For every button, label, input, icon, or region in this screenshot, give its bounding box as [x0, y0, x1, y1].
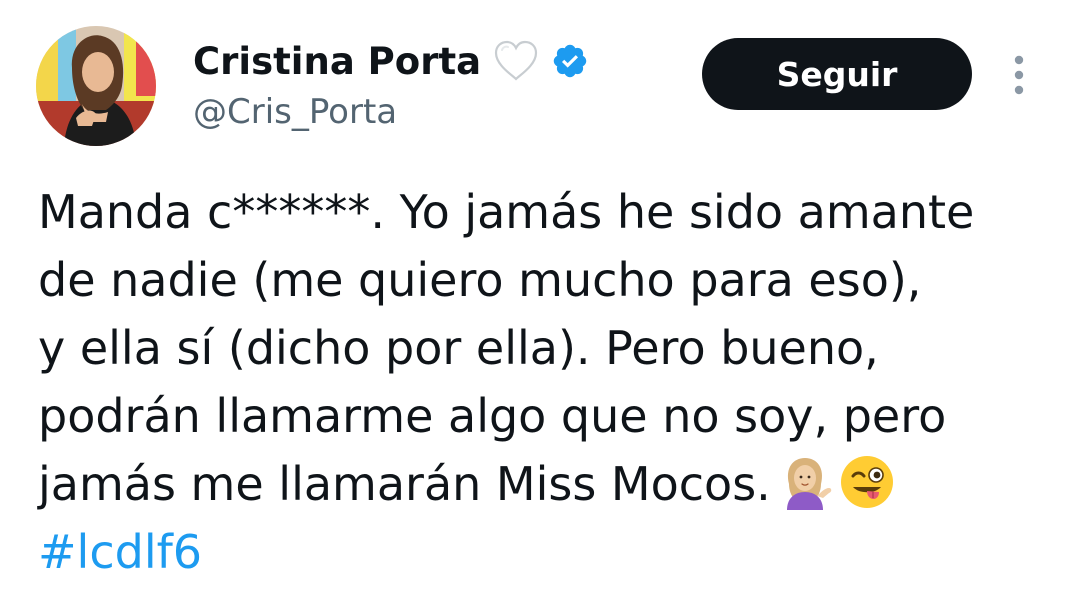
tweet-text-line: podrán llamarme algo que no soy, pero [38, 389, 947, 443]
woman-tipping-hand-icon [777, 454, 833, 510]
avatar[interactable] [36, 26, 156, 146]
hashtag-line: #lcdlf6 [38, 518, 1058, 586]
verified-badge-icon[interactable] [551, 42, 589, 80]
tweet-text-line: Manda c******. Yo jamás he sido amante [38, 185, 975, 239]
winking-face-with-tongue-icon [839, 454, 895, 510]
hashtag-link[interactable]: #lcdlf6 [38, 525, 202, 579]
author-name-row: Cristina Porta [193, 36, 589, 86]
tweet-text-line: jamás me llamarán Miss Mocos. [38, 457, 771, 511]
tweet-text-line: de nadie (me quiero mucho para eso), [38, 253, 922, 307]
avatar-photo [36, 26, 156, 146]
more-options-icon[interactable] [1006, 54, 1032, 96]
author-handle[interactable]: @Cris_Porta [193, 92, 397, 132]
tweet-text-line: y ella sí (dicho por ella). Pero bueno, [38, 321, 879, 375]
tweet-text: Manda c******. Yo jamás he sido amante d… [38, 178, 1058, 586]
author-display-name[interactable]: Cristina Porta [193, 40, 481, 83]
follow-button[interactable]: Seguir [702, 38, 972, 110]
tweet-text-line-last: jamás me llamarán Miss Mocos. [38, 450, 1058, 518]
white-heart-icon [493, 40, 539, 82]
